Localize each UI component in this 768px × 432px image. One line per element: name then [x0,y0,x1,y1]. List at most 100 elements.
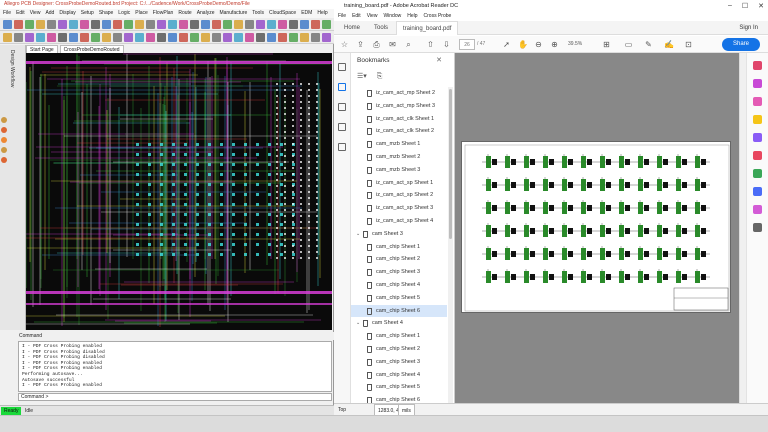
sign-icon[interactable]: ✍ [664,40,674,49]
page-number-input[interactable]: 26 [459,39,475,50]
toolbar-tool-icon[interactable] [25,20,34,29]
toolbar-tool-icon[interactable] [80,20,89,29]
pcb-menu-add[interactable]: Add [45,9,54,18]
close-icon[interactable]: ✕ [758,2,764,10]
bookmark-item[interactable]: iz_cam_act_clk Sheet 1 [351,113,447,125]
bookmark-item[interactable]: iz_cam_act_sp Sheet 1 [351,177,447,189]
toolbar-tool-icon[interactable] [91,20,100,29]
workflow-icon[interactable] [1,147,7,153]
more-tools-icon[interactable]: ⊡ [684,40,693,49]
pcb-menu-file[interactable]: File [3,9,11,18]
toolbar-tool-icon[interactable] [245,20,254,29]
tab-design[interactable]: CrossProbeDemoRouted [59,45,124,53]
toolbar-tool-icon[interactable] [212,20,221,29]
layers-icon[interactable] [338,143,346,151]
bookmark-item[interactable]: iz_cam_act_clk Sheet 2 [351,125,447,137]
acro-menu-window[interactable]: Window [383,12,401,20]
toolbar-tool-icon[interactable] [256,20,265,29]
zoom-out-icon[interactable]: ⊖ [534,40,543,49]
toolbar-tool-icon[interactable] [146,33,155,42]
bookmark-item[interactable]: cam_mzb Sheet 3 [351,164,447,176]
workflow-icon[interactable] [1,157,7,163]
more-tools-rail-icon[interactable] [753,205,762,214]
select-cursor-icon[interactable]: ➚ [502,40,511,49]
pcb-menu-display[interactable]: Display [59,9,75,18]
toolbar-tool-icon[interactable] [3,20,12,29]
upload-icon[interactable]: ⇪ [356,40,365,49]
export-pdf-icon[interactable] [753,61,762,70]
organize-pages-icon[interactable] [753,133,762,142]
bookmark-icon[interactable] [338,83,346,91]
zoom-level[interactable]: 39.5% [568,39,596,50]
bookmark-item[interactable]: iz_cam_act_mp Sheet 2 [351,87,447,99]
toolbar-tool-icon[interactable] [322,20,331,29]
bookmark-item[interactable]: iz_cam_act_sp Sheet 4 [351,215,447,227]
toolbar-tool-icon[interactable] [223,33,232,42]
command-input[interactable]: Command > [18,393,332,401]
bookmark-item[interactable]: cam_chip Sheet 1 [351,330,447,342]
toolbar-tool-icon[interactable] [289,20,298,29]
page-down-icon[interactable]: ⇩ [442,40,451,49]
page-up-icon[interactable]: ⇧ [426,40,435,49]
bookmark-item[interactable]: cam_chip Sheet 5 [351,292,447,304]
toolbar-tool-icon[interactable] [190,33,199,42]
toolbar-tool-icon[interactable] [69,20,78,29]
attachments-icon[interactable] [338,103,346,111]
link-icon[interactable] [338,123,346,131]
bookmark-item[interactable]: cam_mzb Sheet 1 [351,138,447,150]
viewer-scrollbar[interactable] [739,53,746,403]
toolbar-tool-icon[interactable] [289,33,298,42]
pcb-menu-analyze[interactable]: Analyze [197,9,215,18]
toolbar-tool-icon[interactable] [102,33,111,42]
acro-menu-cross-probe[interactable]: Cross Probe [424,12,452,20]
bookmark-item[interactable]: cam_chip Sheet 3 [351,356,447,368]
bookmark-scrollbar[interactable] [448,87,453,403]
toolbar-tool-icon[interactable] [311,20,320,29]
bookmark-item[interactable]: cam_chip Sheet 1 [351,241,447,253]
toolbar-tool-icon[interactable] [47,20,56,29]
bookmark-item[interactable]: cam_chip Sheet 4 [351,279,447,291]
fill-sign-icon[interactable] [753,187,762,196]
document-viewer[interactable] [455,53,739,403]
toolbar-tool-icon[interactable] [36,33,45,42]
pcb-design-canvas[interactable] [26,53,332,330]
toolbar-tool-icon[interactable] [179,20,188,29]
pcb-menu-edm[interactable]: EDM [301,9,312,18]
minimize-icon[interactable]: – [728,2,732,10]
toolbar-tool-icon[interactable] [168,33,177,42]
settings-icon[interactable] [753,223,762,232]
toolbar-tool-icon[interactable] [256,33,265,42]
expand-caret-icon[interactable]: ⌄ [356,228,360,240]
tab-tools[interactable]: Tools [368,21,394,35]
options-icon[interactable]: ☰▾ [357,73,367,80]
toolbar-tool-icon[interactable] [157,33,166,42]
bookmark-item[interactable]: iz_cam_act_sp Sheet 3 [351,202,447,214]
bookmark-item[interactable]: cam_chip Sheet 5 [351,381,447,393]
workflow-icon[interactable] [1,117,7,123]
toolbar-tool-icon[interactable] [190,20,199,29]
edit-pdf-icon[interactable] [753,97,762,106]
sign-in-link[interactable]: Sign In [739,21,758,35]
star-icon[interactable]: ☆ [340,40,349,49]
toolbar-tool-icon[interactable] [25,33,34,42]
bookmark-group[interactable]: ⌄ cam Sheet 4 [351,317,447,329]
toolbar-tool-icon[interactable] [322,33,331,42]
toolbar-tool-icon[interactable] [234,33,243,42]
comment-tool-icon[interactable] [753,115,762,124]
toolbar-tool-icon[interactable] [311,33,320,42]
toolbar-tool-icon[interactable] [47,33,56,42]
bookmark-item[interactable]: cam_chip Sheet 2 [351,253,447,265]
toolbar-tool-icon[interactable] [102,20,111,29]
toolbar-tool-icon[interactable] [135,33,144,42]
toolbar-tool-icon[interactable] [300,20,309,29]
close-panel-icon[interactable]: ✕ [436,56,442,64]
toolbar-tool-icon[interactable] [201,33,210,42]
toolbar-tool-icon[interactable] [14,33,23,42]
toolbar-tool-icon[interactable] [36,20,45,29]
maximize-icon[interactable]: ☐ [742,2,748,10]
toolbar-tool-icon[interactable] [157,20,166,29]
pcb-menu-cloudspace[interactable]: CloudSpace [269,9,296,18]
toolbar-tool-icon[interactable] [278,20,287,29]
toolbar-tool-icon[interactable] [113,20,122,29]
toolbar-tool-icon[interactable] [69,33,78,42]
